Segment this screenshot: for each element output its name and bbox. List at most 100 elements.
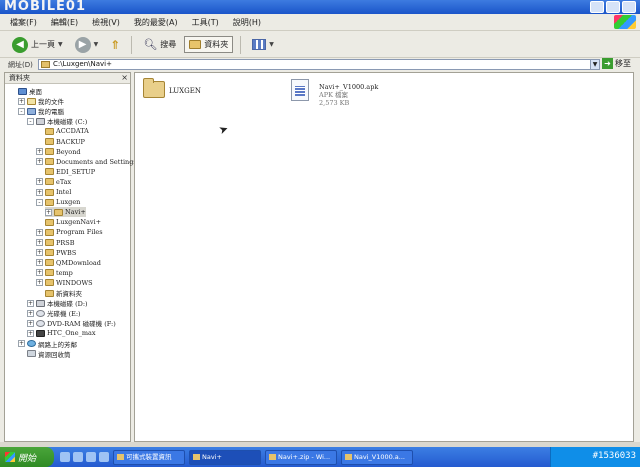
folder-icon xyxy=(193,454,200,460)
taskbar-button[interactable]: 可攜式裝置資訊 xyxy=(113,449,185,465)
folder-icon xyxy=(45,249,54,257)
tree-item-etax[interactable]: + eTax xyxy=(36,177,71,187)
tree-item-network-places[interactable]: + 網路上的芳鄰 xyxy=(18,339,77,349)
go-button[interactable]: ➜ 移至 xyxy=(602,58,631,69)
tree-item-temp[interactable]: + temp xyxy=(36,268,73,278)
maximize-button[interactable] xyxy=(606,1,620,13)
taskbar-button[interactable]: Navi+ xyxy=(189,449,261,465)
toolbar: ◀ 上一頁 ▼ ▶ ▼ ⇑ 🔍︎ 搜尋 資料夾 ▼ xyxy=(0,32,640,58)
expand-icon[interactable]: + xyxy=(36,228,43,236)
tree-item-recycle-bin[interactable]: 資源回收筒 xyxy=(18,349,71,359)
minimize-button[interactable] xyxy=(590,1,604,13)
tree-item-program-files[interactable]: + Program Files xyxy=(36,227,103,237)
tree-item-my-computer[interactable]: - 我的電腦 xyxy=(18,106,64,116)
tree-item-label: LuxgenNavi+ xyxy=(56,218,102,227)
tree-item-prsb[interactable]: + PRSB xyxy=(36,238,75,248)
address-input[interactable]: C:\Luxgen\Navi+ xyxy=(38,59,593,70)
tree-item-drive-d[interactable]: + 本機磁碟 (D:) xyxy=(27,298,88,308)
tree-item-label: temp xyxy=(56,268,73,277)
taskbar-button[interactable]: Navi+.zip - Wi... xyxy=(265,449,337,465)
menu-file[interactable]: 檔案(F) xyxy=(10,17,37,28)
views-button[interactable]: ▼ xyxy=(248,37,278,52)
file-icon xyxy=(345,454,352,460)
expand-icon[interactable]: + xyxy=(36,178,43,186)
menu-help[interactable]: 說明(H) xyxy=(233,17,261,28)
tree-item-htc-one-max[interactable]: + HTC_One_max xyxy=(27,328,96,338)
menu-bar: 檔案(F) 編輯(E) 檢視(V) 我的最愛(A) 工具(T) 說明(H) xyxy=(0,14,640,31)
tree-item-backup[interactable]: BACKUP xyxy=(36,137,85,147)
cd-drive-icon xyxy=(36,309,45,317)
mouse-cursor-icon: ➤ xyxy=(217,121,231,138)
expand-icon[interactable]: + xyxy=(36,269,43,277)
tree-item-luxgen[interactable]: - Luxgen xyxy=(36,197,80,207)
close-icon[interactable]: × xyxy=(121,73,128,83)
taskbar-button[interactable]: Navi_V1000.a... xyxy=(341,449,413,465)
expand-icon[interactable]: + xyxy=(36,249,43,257)
recycle-bin-icon xyxy=(27,350,36,358)
tree-item-label: 桌面 xyxy=(29,88,42,96)
tree-item-new-folder[interactable]: 新資料夾 xyxy=(36,288,82,298)
expand-icon[interactable]: + xyxy=(18,340,25,347)
tree-item-luxgen-navi-plus[interactable]: LuxgenNavi+ xyxy=(36,217,101,227)
tree-item-label: 本機磁碟 (C:) xyxy=(47,118,88,127)
close-button[interactable] xyxy=(622,1,636,13)
expand-icon[interactable]: + xyxy=(36,148,43,156)
back-button[interactable]: ◀ 上一頁 ▼ xyxy=(8,35,67,55)
tree-item-pwbs[interactable]: + PWBS xyxy=(36,248,76,258)
tree-item-drive-f[interactable]: + DVD-RAM 磁碟機 (F:) xyxy=(27,318,116,328)
menu-edit[interactable]: 編輯(E) xyxy=(51,17,78,28)
expand-icon[interactable]: + xyxy=(27,309,34,317)
address-label: 網址(D) xyxy=(8,60,33,69)
quick-launch-icon[interactable] xyxy=(86,452,96,462)
expand-icon[interactable]: + xyxy=(27,329,34,337)
tree-item-accdata[interactable]: ACCDATA xyxy=(36,126,89,136)
search-button[interactable]: 🔍︎ 搜尋 xyxy=(139,36,180,53)
menu-view[interactable]: 檢視(V) xyxy=(92,17,120,28)
tree-item-label: 我的電腦 xyxy=(38,108,64,117)
tree-item-edi-setup[interactable]: EDI_SETUP xyxy=(36,167,95,177)
tree-item-beyond[interactable]: + Beyond xyxy=(36,147,81,157)
tree-item-label: PRSB xyxy=(56,238,75,247)
expand-icon[interactable]: + xyxy=(27,299,34,307)
collapse-icon[interactable]: - xyxy=(27,117,34,125)
expand-icon[interactable]: + xyxy=(18,97,25,105)
quick-launch-icon[interactable] xyxy=(73,452,83,462)
menu-tools[interactable]: 工具(T) xyxy=(192,17,219,28)
collapse-icon[interactable]: - xyxy=(18,107,25,115)
up-button[interactable]: ⇑ xyxy=(106,36,124,54)
folders-button[interactable]: 資料夾 xyxy=(184,36,234,53)
tree-item-navi-plus[interactable]: + Navi+ xyxy=(45,207,86,218)
window-icon xyxy=(117,454,124,460)
tree-item-desktop[interactable]: 桌面 xyxy=(9,86,42,96)
tree-item-drive-e[interactable]: + 光碟機 (E:) xyxy=(27,308,81,318)
start-button[interactable]: 開始 xyxy=(0,447,54,467)
tree-item-label: Navi+ xyxy=(65,208,86,217)
search-icon: 🔍︎ xyxy=(143,38,158,51)
expand-icon[interactable]: + xyxy=(36,239,43,246)
expand-icon[interactable]: + xyxy=(36,279,43,287)
expand-icon[interactable]: + xyxy=(36,188,43,196)
tree-item-my-documents[interactable]: + 我的文件 xyxy=(18,96,64,106)
address-dropdown-button[interactable]: ▼ xyxy=(590,59,600,70)
expand-icon[interactable]: + xyxy=(45,208,52,216)
tree-item-intel[interactable]: + Intel xyxy=(36,187,71,197)
quick-launch-icon[interactable] xyxy=(60,452,70,462)
tree-item-documents-and-settings[interactable]: + Documents and Settings xyxy=(36,157,137,167)
task-label: 可攜式裝置資訊 xyxy=(126,452,172,461)
windows-logo-icon xyxy=(614,15,636,29)
folder-icon xyxy=(45,148,54,156)
quick-launch-icon[interactable] xyxy=(99,452,109,462)
forward-button[interactable]: ▶ ▼ xyxy=(71,35,103,55)
folder-icon xyxy=(45,127,54,135)
collapse-icon[interactable]: - xyxy=(36,198,43,206)
screen: MOBILE01 檔案(F) 編輯(E) 檢視(V) 我的最愛(A) 工具(T)… xyxy=(0,0,640,467)
expand-icon[interactable]: + xyxy=(36,158,43,166)
tray-text: #1536033 xyxy=(592,451,636,461)
tree-item-windows[interactable]: + WINDOWS xyxy=(36,278,93,288)
tree-item-drive-c[interactable]: - 本機磁碟 (C:) xyxy=(27,116,87,126)
views-icon xyxy=(252,39,267,50)
tree-item-qmdownload[interactable]: + QMDownload xyxy=(36,258,101,268)
expand-icon[interactable]: + xyxy=(36,259,43,267)
expand-icon[interactable]: + xyxy=(27,319,34,327)
menu-favorites[interactable]: 我的最愛(A) xyxy=(134,17,178,28)
